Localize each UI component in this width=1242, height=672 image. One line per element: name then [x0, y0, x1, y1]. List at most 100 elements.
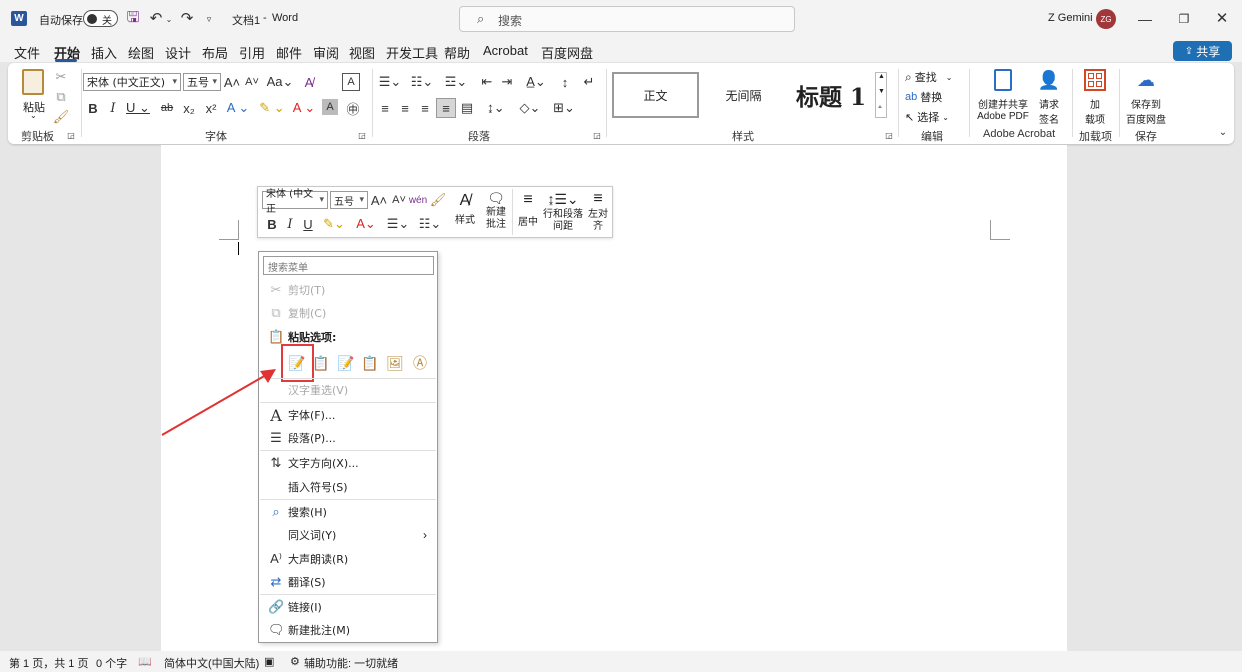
- tab-file[interactable]: 文件: [14, 43, 40, 62]
- undo-icon[interactable]: ↶: [147, 9, 165, 27]
- word-count[interactable]: 0 个字: [96, 655, 127, 671]
- bold-icon[interactable]: B: [84, 99, 102, 117]
- mini-grow-font-icon[interactable]: A˄: [371, 191, 387, 209]
- restore-icon[interactable]: ❐: [1174, 10, 1194, 28]
- clipboard-launcher-icon[interactable]: ◲: [66, 130, 76, 140]
- search-box[interactable]: ⌕ 搜索: [459, 6, 795, 32]
- shrink-font-icon[interactable]: A˅: [244, 73, 260, 91]
- mini-font-name-select[interactable]: 宋体 (中文正 ▾: [262, 189, 328, 215]
- menu-copy[interactable]: ⧉ 复制(C): [259, 302, 437, 324]
- distributed-icon[interactable]: ▤: [458, 99, 476, 117]
- menu-link[interactable]: 🔗 链接(I): [259, 596, 437, 618]
- tab-baidu[interactable]: 百度网盘: [541, 43, 593, 62]
- scroll-up-icon[interactable]: ▲: [878, 73, 885, 80]
- mini-underline-icon[interactable]: U: [300, 215, 316, 233]
- mini-bullets-icon[interactable]: ☰⌄: [384, 215, 412, 233]
- format-painter-icon[interactable]: 🖌: [53, 109, 70, 125]
- multilevel-list-icon[interactable]: ☲⌄: [442, 73, 470, 91]
- minimize-icon[interactable]: —: [1135, 10, 1155, 28]
- subscript-icon[interactable]: x₂: [180, 99, 198, 117]
- line-spacing-icon[interactable]: ↨⌄: [482, 99, 510, 117]
- cut-icon[interactable]: ✂: [53, 69, 69, 85]
- mini-highlight-icon[interactable]: ✎⌄: [320, 215, 348, 233]
- tab-references[interactable]: 引用: [239, 43, 265, 62]
- tab-design[interactable]: 设计: [165, 43, 191, 62]
- style-heading-1[interactable]: 标题 1: [788, 72, 874, 118]
- save-baidu-button[interactable]: ☁ 保存到 百度网盘: [1123, 69, 1169, 126]
- menu-insert-symbol[interactable]: 插入符号(S): [259, 476, 437, 498]
- menu-new-comment[interactable]: 🗨 新建批注(M): [259, 619, 437, 641]
- styles-scroll[interactable]: ▲ ▼ ⩡: [875, 72, 887, 118]
- mini-numbering-icon[interactable]: ☷⌄: [416, 215, 444, 233]
- language[interactable]: 简体中文(中国大陆): [164, 655, 259, 671]
- tab-developer[interactable]: 开发工具: [386, 43, 438, 62]
- mini-shrink-font-icon[interactable]: A˅: [391, 191, 407, 209]
- style-no-spacing[interactable]: 无间隔: [701, 72, 786, 118]
- mini-font-color-icon[interactable]: A⌄: [352, 215, 380, 233]
- user-name[interactable]: Z Gemini: [1048, 12, 1093, 24]
- replace-button[interactable]: ab 替换: [905, 88, 955, 106]
- justify-icon[interactable]: ≡: [436, 98, 456, 118]
- menu-search-input[interactable]: 搜索菜单: [263, 256, 434, 275]
- request-signature-button[interactable]: 👤 请求 签名: [1036, 69, 1062, 126]
- paste-picture-icon[interactable]: 📝: [336, 353, 356, 373]
- font-color-icon[interactable]: A ⌄: [290, 99, 318, 117]
- proofing-icon[interactable]: 📖: [138, 655, 152, 668]
- tab-acrobat[interactable]: Acrobat: [483, 43, 528, 58]
- mini-font-size-select[interactable]: 五号 ▾: [330, 191, 368, 209]
- borders-icon[interactable]: ⊞⌄: [550, 99, 578, 117]
- decrease-indent-icon[interactable]: ⇤: [478, 73, 496, 91]
- copy-icon[interactable]: ⧉: [53, 89, 69, 105]
- paste-merge-icon[interactable]: 📋: [311, 353, 331, 373]
- numbering-icon[interactable]: ☷⌄: [408, 73, 436, 91]
- paste-text-only-icon[interactable]: Ⓐ: [410, 353, 430, 373]
- clear-formatting-icon[interactable]: A̸: [300, 73, 318, 91]
- mini-format-painter-icon[interactable]: 🖌: [430, 191, 447, 209]
- show-marks-icon[interactable]: ↵: [580, 73, 598, 91]
- menu-read-aloud[interactable]: A⁾ 大声朗读(R): [259, 548, 437, 570]
- tab-draw[interactable]: 绘图: [128, 43, 154, 62]
- paste-image-icon[interactable]: 🖼: [385, 353, 405, 373]
- share-button[interactable]: ⇪ 共享: [1173, 41, 1232, 61]
- mini-center-button[interactable]: ≡ 居中: [514, 189, 542, 235]
- strikethrough-icon[interactable]: ab: [158, 99, 176, 117]
- track-icon[interactable]: ▣: [264, 655, 274, 668]
- menu-cut[interactable]: ✂ 剪切(T): [259, 279, 437, 301]
- change-case-icon[interactable]: Aa⌄: [266, 73, 294, 91]
- mini-bold-icon[interactable]: B: [264, 215, 280, 233]
- mini-italic-icon[interactable]: I: [282, 215, 298, 233]
- text-effects-icon[interactable]: A ⌄: [224, 99, 252, 117]
- style-normal[interactable]: 正文: [612, 72, 699, 118]
- align-right-icon[interactable]: ≡: [416, 99, 434, 117]
- more-styles-icon[interactable]: ⩡: [878, 104, 882, 112]
- superscript-icon[interactable]: x²: [202, 99, 220, 117]
- grow-font-icon[interactable]: A˄: [224, 73, 240, 91]
- underline-icon[interactable]: U ⌄: [124, 99, 152, 117]
- align-center-icon[interactable]: ≡: [396, 99, 414, 117]
- italic-icon[interactable]: I: [104, 99, 122, 117]
- select-button[interactable]: ↖ 选择 ⌄: [905, 108, 961, 126]
- tab-layout[interactable]: 布局: [202, 43, 228, 62]
- paste-merge-list-icon[interactable]: 📋: [360, 353, 380, 373]
- character-border-icon[interactable]: A: [342, 73, 360, 91]
- font-size-select[interactable]: 五号 ▾: [183, 73, 221, 91]
- character-shading-icon[interactable]: A: [322, 99, 338, 115]
- bullets-icon[interactable]: ☰⌄: [376, 73, 404, 91]
- save-icon[interactable]: 🖫: [124, 9, 142, 28]
- shading-icon[interactable]: ◇⌄: [516, 99, 544, 117]
- menu-synonyms[interactable]: 同义词(Y) ›: [259, 524, 437, 546]
- tab-mailings[interactable]: 邮件: [276, 43, 302, 62]
- tab-insert[interactable]: 插入: [91, 43, 117, 62]
- font-name-select[interactable]: 宋体 (中文正文) ▾: [83, 73, 181, 91]
- paste-button[interactable]: 粘贴 ⌄: [14, 67, 50, 123]
- paragraph-launcher-icon[interactable]: ◲: [592, 130, 602, 140]
- page-count[interactable]: 第 1 页，共 1 页: [9, 655, 88, 671]
- tab-view[interactable]: 视图: [349, 43, 375, 62]
- menu-translate[interactable]: ⇄ 翻译(S): [259, 571, 437, 593]
- mini-new-comment-button[interactable]: 🗨 新建 批注: [482, 189, 510, 235]
- collapse-ribbon-icon[interactable]: ⌄: [1216, 125, 1230, 139]
- menu-font[interactable]: A 字体(F)...: [259, 404, 437, 426]
- menu-text-direction[interactable]: ⇅ 文字方向(X)...: [259, 452, 437, 474]
- addins-button[interactable]: 加 载项: [1078, 69, 1112, 126]
- create-pdf-button[interactable]: 创建并共享 Adobe PDF: [972, 69, 1034, 125]
